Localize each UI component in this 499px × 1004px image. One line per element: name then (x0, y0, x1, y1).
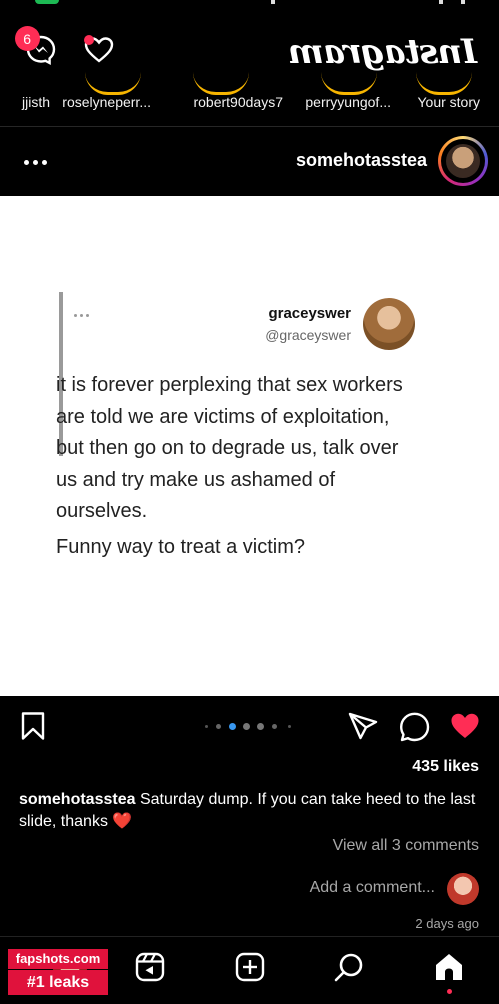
carousel-indicator (205, 721, 291, 731)
app-frame: Instagram 6 Your story perryyungof... ro… (0, 0, 499, 1004)
story-item-your-story[interactable]: Your story (402, 94, 496, 110)
post-actions (0, 696, 499, 758)
post-header: somehotasstea (0, 126, 499, 196)
story-item[interactable]: robert90days7 (191, 94, 285, 110)
home-icon[interactable] (433, 951, 465, 983)
post-caption: somehotasstea Saturday dump. If you can … (19, 789, 479, 833)
tweet-name: graceyswer (268, 305, 351, 322)
story-item[interactable]: roselyneperr... (60, 94, 154, 110)
user-avatar (447, 873, 479, 905)
view-comments-link[interactable]: View all 3 comments (333, 837, 479, 855)
post-image[interactable]: graceyswer @graceyswer it is forever per… (0, 196, 499, 696)
post-timestamp: 2 days ago (415, 916, 479, 931)
add-comment-row: Add a comment... (0, 868, 499, 908)
battery-icon (35, 0, 59, 4)
story-item[interactable]: jjisth (0, 94, 50, 110)
post-username[interactable]: somehotasstea (296, 150, 427, 171)
tweet-avatar (363, 298, 415, 350)
heart-icon[interactable] (83, 34, 115, 66)
share-icon[interactable] (347, 710, 379, 742)
comment-icon[interactable] (399, 710, 431, 742)
instagram-logo[interactable]: Instagram (289, 32, 477, 72)
notification-dot (84, 35, 94, 45)
reels-icon[interactable] (134, 951, 166, 983)
watermark-line1: fapshots.com (8, 949, 108, 969)
home-active-dot (447, 989, 452, 994)
story-item[interactable]: perryyungof... (301, 94, 395, 110)
watermark: fapshots.com #1 leaks (8, 949, 108, 995)
signal-icon (461, 0, 465, 4)
heart-emoji: ❤️ (112, 813, 133, 830)
story-ring (85, 72, 141, 95)
tweet-more-icon (71, 314, 89, 318)
stories-tray: Your story perryyungof... robert90days7 … (0, 72, 499, 126)
likes-count[interactable]: 435 likes (412, 758, 479, 776)
tweet-text-2: Funny way to treat a victim? (56, 536, 305, 558)
create-icon[interactable] (234, 951, 266, 983)
more-icon[interactable] (21, 160, 49, 166)
story-ring (416, 72, 472, 95)
post-avatar[interactable] (438, 136, 488, 186)
watermark-line2: #1 leaks (8, 970, 108, 995)
status-bar (0, 0, 499, 12)
tweet-handle: @graceyswer (265, 327, 351, 343)
wifi-icon (439, 0, 443, 4)
story-ring (193, 72, 249, 95)
story-ring (321, 72, 377, 95)
like-icon[interactable] (449, 710, 481, 742)
add-comment-input[interactable]: Add a comment... (310, 879, 435, 897)
tweet-text: it is forever perplexing that sex worker… (56, 374, 403, 522)
save-icon[interactable] (17, 710, 49, 742)
caption-username[interactable]: somehotasstea (19, 791, 136, 808)
search-icon[interactable] (333, 951, 365, 983)
status-indicator (271, 0, 275, 4)
message-count-badge: 6 (15, 26, 40, 51)
